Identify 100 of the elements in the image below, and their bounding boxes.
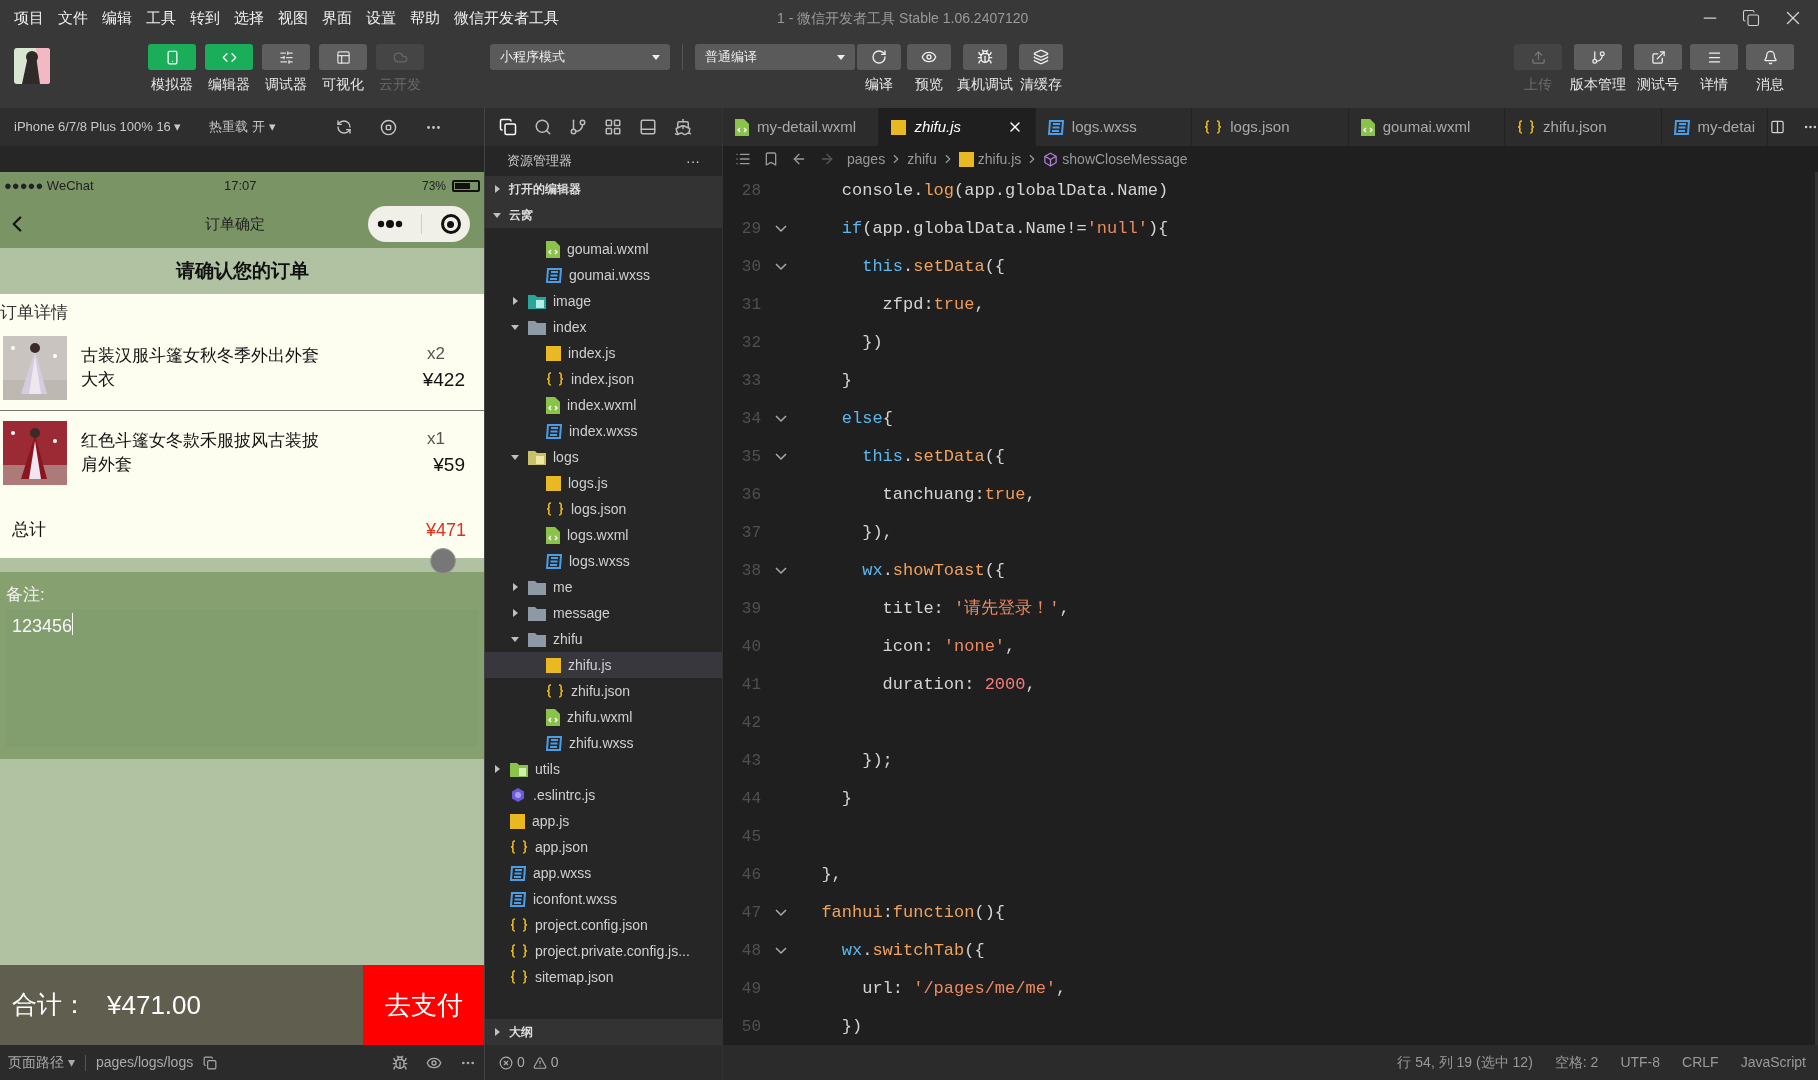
fold-chevron-icon[interactable] — [775, 909, 787, 917]
folder-row[interactable]: zhifu — [485, 626, 722, 652]
file-row[interactable]: iconfont.wxss — [485, 886, 722, 912]
menu-item[interactable]: 微信开发者工具 — [454, 6, 559, 30]
editor-tab[interactable]: zhifu.json — [1505, 108, 1662, 146]
menu-item[interactable]: 视图 — [278, 6, 308, 30]
folder-row[interactable]: message — [485, 600, 722, 626]
file-row[interactable]: app.js — [485, 808, 722, 834]
editor-tab[interactable]: logs.wxss — [1035, 108, 1193, 146]
device-dropdown[interactable]: iPhone 6/7/8 Plus 100% 16 ▾ — [14, 117, 182, 137]
file-row[interactable]: index.js — [485, 340, 722, 366]
folder-row[interactable]: image — [485, 288, 722, 314]
page-path-dropdown[interactable]: 页面路径 ▾ — [8, 1052, 75, 1073]
toolbar-button[interactable] — [963, 44, 1007, 70]
menu-item[interactable]: 选择 — [234, 6, 264, 30]
more-icon[interactable]: ··· — [686, 150, 700, 172]
status-item[interactable]: JavaScript — [1740, 1052, 1806, 1073]
extensions-icon[interactable] — [604, 118, 622, 136]
editor-tab[interactable]: my-detai — [1661, 108, 1769, 146]
fold-chevron-icon[interactable] — [775, 263, 787, 271]
toolbar-button[interactable] — [1019, 44, 1063, 70]
file-row[interactable]: app.json — [485, 834, 722, 860]
mode-dropdown[interactable]: 小程序模式 — [490, 44, 670, 70]
menu-item[interactable]: 界面 — [322, 6, 352, 30]
fold-chevron-icon[interactable] — [775, 947, 787, 955]
fold-chevron-icon[interactable] — [775, 453, 787, 461]
file-row[interactable]: project.config.json — [485, 912, 722, 938]
status-item[interactable]: CRLF — [1682, 1052, 1719, 1073]
view-toggle-button[interactable] — [319, 44, 367, 70]
editor-tab[interactable]: zhifu.js — [879, 108, 1036, 146]
back-icon[interactable] — [791, 151, 807, 167]
toolbar-button[interactable] — [1746, 44, 1794, 70]
hot-reload-dropdown[interactable]: 热重载 开 ▾ — [209, 117, 276, 137]
file-row[interactable]: zhifu.js — [485, 652, 722, 678]
toolbar-button[interactable] — [857, 44, 901, 70]
file-row[interactable]: goumai.wxml — [485, 236, 722, 262]
split-editor-icon[interactable] — [1770, 118, 1786, 136]
rotate-icon[interactable] — [335, 119, 352, 135]
view-toggle-button[interactable] — [205, 44, 253, 70]
folder-row[interactable]: utils — [485, 756, 722, 782]
menu-item[interactable]: 转到 — [190, 6, 220, 30]
file-row[interactable]: index.wxss — [485, 418, 722, 444]
search-icon[interactable] — [534, 118, 552, 136]
file-row[interactable]: logs.wxml — [485, 522, 722, 548]
folder-row[interactable]: me — [485, 574, 722, 600]
toolbar-button[interactable] — [1690, 44, 1738, 70]
bookmark-icon[interactable] — [763, 151, 779, 167]
view-toggle-button[interactable] — [262, 44, 310, 70]
file-row[interactable]: logs.js — [485, 470, 722, 496]
status-item[interactable]: 行 54, 列 19 (选中 12) — [1397, 1052, 1533, 1073]
section-header[interactable]: 大纲 — [485, 1019, 722, 1045]
ship-icon[interactable] — [674, 118, 692, 136]
stop-icon[interactable] — [379, 118, 397, 136]
menu-item[interactable]: 工具 — [146, 6, 176, 30]
section-header[interactable]: 云窝 — [485, 202, 722, 228]
breadcrumb-item[interactable]: showCloseMessage — [1062, 148, 1188, 170]
fold-chevron-icon[interactable] — [775, 225, 787, 233]
breadcrumb-item[interactable]: zhifu — [907, 148, 937, 170]
view-toggle-button[interactable] — [148, 44, 196, 70]
toolbar-button[interactable] — [1634, 44, 1682, 70]
file-row[interactable]: logs.json — [485, 496, 722, 522]
section-header[interactable]: 打开的编辑器 — [485, 176, 722, 202]
files-icon[interactable] — [499, 118, 517, 136]
status-item[interactable]: 空格: 2 — [1554, 1052, 1599, 1073]
file-row[interactable]: app.wxss — [485, 860, 722, 886]
toolbar-button[interactable] — [907, 44, 951, 70]
capsule-button[interactable] — [368, 206, 470, 242]
branch-icon[interactable] — [569, 118, 587, 136]
toolbar-button[interactable] — [1574, 44, 1622, 70]
file-row[interactable]: .eslintrc.js — [485, 782, 722, 808]
breadcrumb-item[interactable]: zhifu.js — [977, 148, 1022, 170]
copy-icon[interactable] — [203, 1055, 218, 1070]
file-row[interactable]: project.private.config.js... — [485, 938, 722, 964]
panel-icon[interactable] — [639, 118, 657, 136]
menu-item[interactable]: 项目 — [14, 6, 44, 30]
menu-item[interactable]: 编辑 — [102, 6, 132, 30]
file-row[interactable]: goumai.wxss — [485, 262, 722, 288]
file-row[interactable]: sitemap.json — [485, 964, 722, 990]
menu-item[interactable]: 设置 — [366, 6, 396, 30]
file-row[interactable]: index.json — [485, 366, 722, 392]
bug-icon[interactable] — [392, 1054, 408, 1071]
folder-row[interactable]: logs — [485, 444, 722, 470]
fold-chevron-icon[interactable] — [775, 567, 787, 575]
file-row[interactable]: zhifu.wxss — [485, 730, 722, 756]
editor-tab[interactable]: logs.json — [1192, 108, 1349, 146]
folder-row[interactable]: index — [485, 314, 722, 340]
file-row[interactable]: zhifu.json — [485, 678, 722, 704]
status-item[interactable]: UTF-8 — [1620, 1052, 1661, 1073]
compile-dropdown[interactable]: 普通编译 — [695, 44, 855, 70]
breadcrumb-item[interactable]: pages — [847, 148, 886, 170]
menu-item[interactable]: 文件 — [58, 6, 88, 30]
fold-chevron-icon[interactable] — [775, 415, 787, 423]
restore-icon[interactable] — [1742, 9, 1760, 27]
list-icon[interactable] — [735, 151, 751, 167]
file-row[interactable]: index.wxml — [485, 392, 722, 418]
file-row[interactable]: logs.wxss — [485, 548, 722, 574]
file-row[interactable]: zhifu.wxml — [485, 704, 722, 730]
menu-item[interactable]: 帮助 — [410, 6, 440, 30]
editor-tab[interactable]: goumai.wxml — [1348, 108, 1506, 146]
pay-button[interactable]: 去支付 — [363, 965, 484, 1045]
